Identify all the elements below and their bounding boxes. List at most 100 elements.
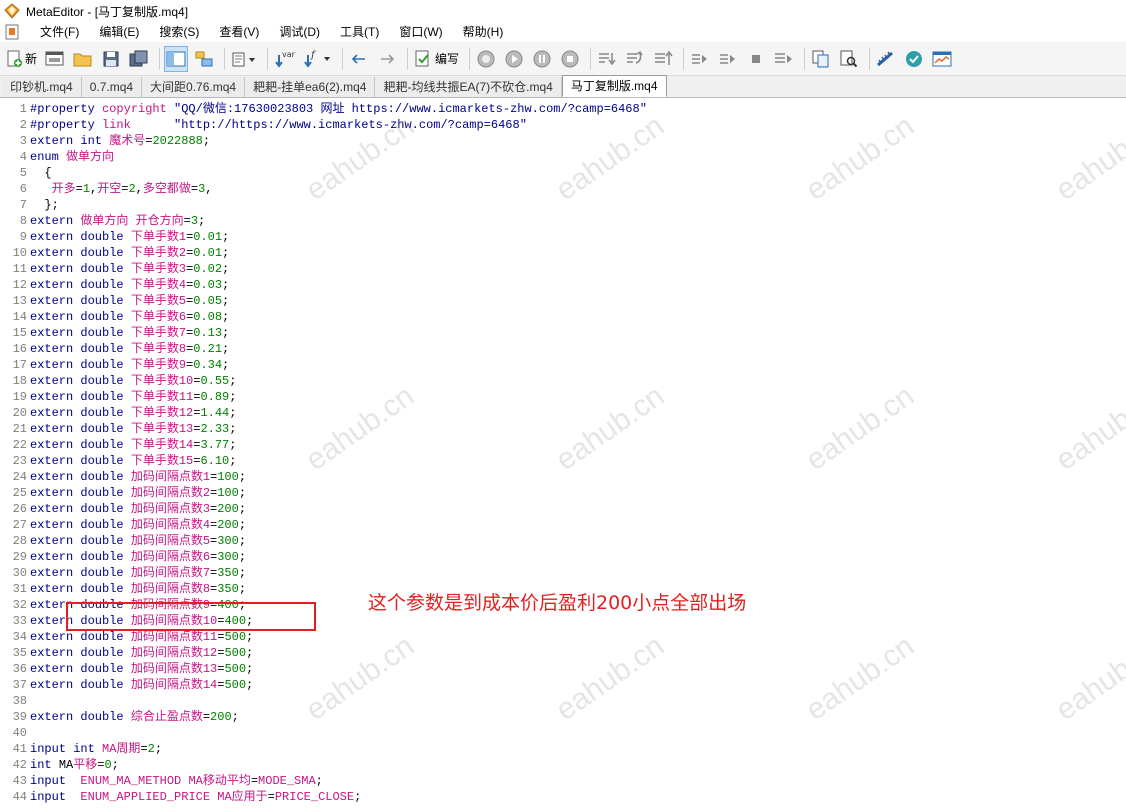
new-file-label: 新 (25, 52, 38, 66)
document-icon[interactable] (4, 24, 20, 40)
insert-variable-button[interactable]: var (272, 46, 296, 72)
new-file-button[interactable]: 新 (4, 46, 39, 72)
tab-file[interactable]: 耙耙-挂单ea6(2).mq4 (245, 77, 376, 97)
code-line[interactable]: 23 extern double 下单手数15=6.10; (0, 453, 237, 469)
code-line[interactable]: 7 }; (0, 197, 59, 213)
code-token: extern double (30, 310, 131, 324)
code-line[interactable]: 25 extern double 加码间隔点数2=100; (0, 485, 246, 501)
start-button[interactable] (502, 46, 526, 72)
code-line[interactable]: 4 enum 做单方向 (0, 149, 114, 165)
menu-bar: 文件(F) 编辑(E) 搜索(S) 查看(V) 调试(D) 工具(T) 窗口(W… (0, 22, 1126, 42)
save-all-button[interactable] (127, 46, 151, 72)
navigator-toggle-button[interactable] (164, 45, 189, 72)
menu-file[interactable]: 文件(F) (30, 22, 89, 42)
code-line[interactable]: 10 extern double 下单手数2=0.01; (0, 245, 230, 261)
start-debug-button[interactable] (474, 46, 498, 72)
menu-view[interactable]: 查看(V) (209, 22, 269, 42)
code-line[interactable]: 13 extern double 下单手数5=0.05; (0, 293, 230, 309)
code-line[interactable]: 16 extern double 下单手数8=0.21; (0, 341, 230, 357)
code-line[interactable]: 15 extern double 下单手数7=0.13; (0, 325, 230, 341)
terminal-button[interactable] (930, 46, 954, 72)
annotation-text: 这个参数是到成本价后盈利200小点全部出场 (368, 592, 747, 614)
code-line[interactable]: 14 extern double 下单手数6=0.08; (0, 309, 230, 325)
code-line[interactable]: 20 extern double 下单手数12=1.44; (0, 405, 237, 421)
copy-button[interactable] (809, 46, 833, 72)
open-button[interactable] (71, 46, 95, 72)
code-line[interactable]: 38 (0, 693, 30, 709)
line-number: 38 (12, 694, 27, 708)
tab-file[interactable]: 耙耙-均线共振EA(7)不砍仓.mq4 (375, 77, 562, 97)
new-project-button[interactable] (43, 46, 67, 72)
menu-search[interactable]: 搜索(S) (149, 22, 209, 42)
code-token: 0.02 (193, 262, 223, 276)
bookmark-next-button[interactable] (716, 46, 740, 72)
code-token: extern double (30, 342, 131, 356)
forward-button[interactable] (375, 46, 399, 72)
code-line[interactable]: 39 extern double 综合止盈点数=200; (0, 709, 239, 725)
back-button[interactable] (347, 46, 371, 72)
menu-window[interactable]: 窗口(W) (389, 22, 452, 42)
code-line[interactable]: 29 extern double 加码间隔点数6=300; (0, 549, 246, 565)
code-line[interactable]: 40 (0, 725, 30, 741)
code-line[interactable]: 6 开多=1,开空=2,多空都做=3, (0, 181, 213, 197)
insert-function-button[interactable]: f (300, 46, 334, 72)
menu-tools[interactable]: 工具(T) (330, 22, 389, 42)
code-line[interactable]: 18 extern double 下单手数10=0.55; (0, 373, 237, 389)
code-line[interactable]: 36 extern double 加码间隔点数13=500; (0, 661, 254, 677)
code-line[interactable]: 1 #property copyright "QQ/微信:17630023803 … (0, 101, 647, 117)
code-line[interactable]: 41 input int MA周期=2; (0, 741, 162, 757)
metatrader-button[interactable] (874, 46, 898, 72)
stop-profiling-button[interactable] (744, 46, 768, 72)
code-line[interactable]: 44 input ENUM_APPLIED_PRICE MA应用于=PRICE_C… (0, 789, 362, 805)
code-line[interactable]: 11 extern double 下单手数3=0.02; (0, 261, 230, 277)
code-line[interactable]: 34 extern double 加码间隔点数11=500; (0, 629, 254, 645)
code-line[interactable]: 12 extern double 下单手数4=0.03; (0, 277, 230, 293)
code-editor[interactable]: 1 #property copyright "QQ/微信:17630023803 … (0, 99, 1126, 809)
code-line[interactable]: 22 extern double 下单手数14=3.77; (0, 437, 237, 453)
code-token: ; (222, 230, 230, 244)
save-button[interactable] (99, 46, 123, 72)
menu-debug[interactable]: 调试(D) (269, 22, 330, 42)
code-token: 加码间隔点数3 (130, 502, 211, 516)
code-line[interactable]: 19 extern double 下单手数11=0.89; (0, 389, 237, 405)
tab-file[interactable]: 0.7.mq4 (81, 77, 143, 97)
code-line[interactable]: 21 extern double 下单手数13=2.33; (0, 421, 237, 437)
code-line[interactable]: 43 input ENUM_MA_METHOD MA移动平均=MODE_SMA; (0, 773, 323, 789)
code-line[interactable]: 26 extern double 加码间隔点数3=200; (0, 501, 246, 517)
menu-help[interactable]: 帮助(H) (453, 22, 514, 42)
pause-button[interactable] (530, 46, 554, 72)
metaeditor-app-icon (4, 3, 20, 19)
compile-button[interactable]: 编写 (412, 46, 461, 72)
code-line[interactable]: 31 extern double 加码间隔点数8=350; (0, 581, 246, 597)
step-out-button[interactable] (651, 46, 675, 72)
step-into-button[interactable] (595, 46, 619, 72)
tab-file[interactable]: 大间距0.76.mq4 (142, 77, 246, 97)
code-line[interactable]: 35 extern double 加码间隔点数12=500; (0, 645, 254, 661)
code-token: ; (238, 550, 247, 564)
code-line[interactable]: 28 extern double 加码间隔点数5=300; (0, 533, 246, 549)
code-line[interactable]: 37 extern double 加码间隔点数14=500; (0, 677, 254, 693)
code-line[interactable]: 24 extern double 加码间隔点数1=100; (0, 469, 246, 485)
code-line[interactable]: 3 extern int 魔术号=2022888; (0, 133, 210, 149)
code-line[interactable]: 8 extern 做单方向 开仓方向=3; (0, 213, 205, 229)
profile-button[interactable] (772, 46, 796, 72)
toolbox-toggle-button[interactable] (192, 46, 216, 72)
stop-button[interactable] (558, 46, 582, 72)
code-line[interactable]: 42 int MA平移=0; (0, 757, 119, 773)
code-line[interactable]: 27 extern double 加码间隔点数4=200; (0, 517, 246, 533)
code-token: 加码间隔点数1 (130, 470, 211, 484)
code-line[interactable]: 2 #property link "http://https://www.icma… (0, 117, 527, 133)
mql5-storage-button[interactable] (902, 46, 926, 72)
line-number: 8 (19, 214, 27, 228)
code-line[interactable]: 5 { (0, 165, 52, 181)
tab-file[interactable]: 印钞机.mq4 (2, 77, 82, 97)
styler-button[interactable] (229, 46, 259, 72)
bookmark-toggle-button[interactable] (688, 46, 712, 72)
step-over-button[interactable] (623, 46, 647, 72)
code-line[interactable]: 9 extern double 下单手数1=0.01; (0, 229, 229, 245)
tab-active-file[interactable]: 马丁复制版.mq4 (561, 75, 667, 97)
find-in-files-button[interactable] (837, 46, 861, 72)
code-line[interactable]: 30 extern double 加码间隔点数7=350; (0, 565, 246, 581)
menu-edit[interactable]: 编辑(E) (89, 22, 149, 42)
code-line[interactable]: 17 extern double 下单手数9=0.34; (0, 357, 230, 373)
